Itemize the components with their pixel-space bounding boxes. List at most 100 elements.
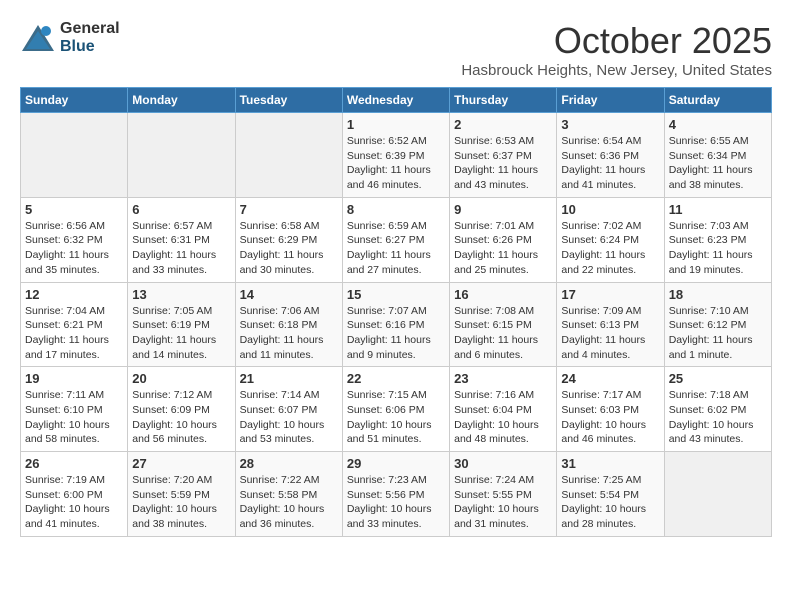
calendar-cell: 4Sunrise: 6:55 AM Sunset: 6:34 PM Daylig… [664, 113, 771, 198]
calendar-cell: 1 Sunrise: 6:52 AM Sunset: 6:39 PM Daylig… [342, 113, 449, 198]
calendar-cell: 9Sunrise: 7:01 AM Sunset: 6:26 PM Daylig… [450, 197, 557, 282]
calendar-cell: 23 Sunrise: 7:16 AM Sunset: 6:04 PM Dayli… [450, 367, 557, 452]
day-number: 17 [561, 287, 659, 302]
day-number: 5 [25, 202, 123, 217]
day-number: 2 [454, 117, 552, 132]
header-monday: Monday [128, 88, 235, 113]
location-subtitle: Hasbrouck Heights, New Jersey, United St… [461, 62, 772, 79]
month-title: October 2025 [461, 20, 772, 62]
day-number: 20 [132, 371, 230, 386]
day-number: 12 [25, 287, 123, 302]
calendar-cell: 20 Sunrise: 7:12 AM Sunset: 6:09 PM Dayli… [128, 367, 235, 452]
logo-text: General Blue [60, 20, 120, 55]
day-number: 13 [132, 287, 230, 302]
day-number: 1 [347, 117, 445, 132]
day-info: Sunrise: 7:23 AM Sunset: 5:56 PM Dayligh… [347, 473, 445, 532]
calendar-cell [664, 452, 771, 537]
day-info: Sunrise: 7:19 AM Sunset: 6:00 PM Dayligh… [25, 473, 123, 532]
calendar-cell: 28 Sunrise: 7:22 AM Sunset: 5:58 PM Dayli… [235, 452, 342, 537]
calendar-cell: 14 Sunrise: 7:06 AM Sunset: 6:18 PM Dayli… [235, 282, 342, 367]
logo-blue-text: Blue [60, 38, 120, 56]
day-info: Sunrise: 7:12 AM Sunset: 6:09 PM Dayligh… [132, 388, 230, 447]
day-number: 28 [240, 456, 338, 471]
calendar-cell: 17Sunrise: 7:09 AM Sunset: 6:13 PM Dayli… [557, 282, 664, 367]
day-number: 6 [132, 202, 230, 217]
calendar-week-3: 12 Sunrise: 7:04 AM Sunset: 6:21 PM Dayli… [21, 282, 772, 367]
day-header-row: Sunday Monday Tuesday Wednesday Thursday… [21, 88, 772, 113]
day-info: Sunrise: 7:20 AM Sunset: 5:59 PM Dayligh… [132, 473, 230, 532]
day-info: Sunrise: 7:05 AM Sunset: 6:19 PM Dayligh… [132, 304, 230, 363]
day-number: 22 [347, 371, 445, 386]
day-info: Sunrise: 6:52 AM Sunset: 6:39 PM Dayligh… [347, 134, 445, 193]
day-info: Sunrise: 7:10 AM Sunset: 6:12 PM Dayligh… [669, 304, 767, 363]
calendar-week-1: 1 Sunrise: 6:52 AM Sunset: 6:39 PM Daylig… [21, 113, 772, 198]
day-number: 24 [561, 371, 659, 386]
calendar-cell: 11 Sunrise: 7:03 AM Sunset: 6:23 PM Dayli… [664, 197, 771, 282]
day-number: 8 [347, 202, 445, 217]
calendar-cell: 10 Sunrise: 7:02 AM Sunset: 6:24 PM Dayli… [557, 197, 664, 282]
calendar-cell: 18 Sunrise: 7:10 AM Sunset: 6:12 PM Dayli… [664, 282, 771, 367]
calendar-cell: 16 Sunrise: 7:08 AM Sunset: 6:15 PM Dayli… [450, 282, 557, 367]
day-number: 15 [347, 287, 445, 302]
day-info: Sunrise: 7:15 AM Sunset: 6:06 PM Dayligh… [347, 388, 445, 447]
calendar-cell: 7Sunrise: 6:58 AM Sunset: 6:29 PM Daylig… [235, 197, 342, 282]
day-number: 4 [669, 117, 767, 132]
calendar-cell: 21Sunrise: 7:14 AM Sunset: 6:07 PM Dayli… [235, 367, 342, 452]
day-info: Sunrise: 7:04 AM Sunset: 6:21 PM Dayligh… [25, 304, 123, 363]
day-info: Sunrise: 6:53 AM Sunset: 6:37 PM Dayligh… [454, 134, 552, 193]
day-info: Sunrise: 7:06 AM Sunset: 6:18 PM Dayligh… [240, 304, 338, 363]
day-info: Sunrise: 7:25 AM Sunset: 5:54 PM Dayligh… [561, 473, 659, 532]
calendar-cell: 22 Sunrise: 7:15 AM Sunset: 6:06 PM Dayli… [342, 367, 449, 452]
day-number: 14 [240, 287, 338, 302]
header-thursday: Thursday [450, 88, 557, 113]
day-number: 23 [454, 371, 552, 386]
calendar-cell: 27Sunrise: 7:20 AM Sunset: 5:59 PM Dayli… [128, 452, 235, 537]
page: General Blue October 2025 Hasbrouck Heig… [0, 0, 792, 547]
day-info: Sunrise: 7:02 AM Sunset: 6:24 PM Dayligh… [561, 219, 659, 278]
calendar-cell [128, 113, 235, 198]
day-info: Sunrise: 7:24 AM Sunset: 5:55 PM Dayligh… [454, 473, 552, 532]
calendar-cell: 12 Sunrise: 7:04 AM Sunset: 6:21 PM Dayli… [21, 282, 128, 367]
calendar-week-2: 5 Sunrise: 6:56 AM Sunset: 6:32 PM Daylig… [21, 197, 772, 282]
day-number: 10 [561, 202, 659, 217]
calendar-cell: 19Sunrise: 7:11 AM Sunset: 6:10 PM Dayli… [21, 367, 128, 452]
day-number: 29 [347, 456, 445, 471]
day-number: 3 [561, 117, 659, 132]
calendar-cell [21, 113, 128, 198]
header-saturday: Saturday [664, 88, 771, 113]
day-number: 18 [669, 287, 767, 302]
calendar-body: 1 Sunrise: 6:52 AM Sunset: 6:39 PM Daylig… [21, 113, 772, 537]
calendar-cell: 24Sunrise: 7:17 AM Sunset: 6:03 PM Dayli… [557, 367, 664, 452]
day-info: Sunrise: 6:56 AM Sunset: 6:32 PM Dayligh… [25, 219, 123, 278]
day-number: 19 [25, 371, 123, 386]
day-info: Sunrise: 7:07 AM Sunset: 6:16 PM Dayligh… [347, 304, 445, 363]
header-sunday: Sunday [21, 88, 128, 113]
day-number: 11 [669, 202, 767, 217]
calendar-table: Sunday Monday Tuesday Wednesday Thursday… [20, 87, 772, 537]
day-number: 31 [561, 456, 659, 471]
day-info: Sunrise: 7:16 AM Sunset: 6:04 PM Dayligh… [454, 388, 552, 447]
day-number: 16 [454, 287, 552, 302]
day-number: 7 [240, 202, 338, 217]
day-number: 25 [669, 371, 767, 386]
day-info: Sunrise: 6:54 AM Sunset: 6:36 PM Dayligh… [561, 134, 659, 193]
calendar-cell: 6 Sunrise: 6:57 AM Sunset: 6:31 PM Daylig… [128, 197, 235, 282]
calendar-header: Sunday Monday Tuesday Wednesday Thursday… [21, 88, 772, 113]
day-info: Sunrise: 6:57 AM Sunset: 6:31 PM Dayligh… [132, 219, 230, 278]
day-info: Sunrise: 7:22 AM Sunset: 5:58 PM Dayligh… [240, 473, 338, 532]
day-info: Sunrise: 7:18 AM Sunset: 6:02 PM Dayligh… [669, 388, 767, 447]
calendar-cell: 31 Sunrise: 7:25 AM Sunset: 5:54 PM Dayli… [557, 452, 664, 537]
header: General Blue October 2025 Hasbrouck Heig… [20, 20, 772, 79]
day-number: 30 [454, 456, 552, 471]
calendar-cell: 30 Sunrise: 7:24 AM Sunset: 5:55 PM Dayli… [450, 452, 557, 537]
day-info: Sunrise: 7:03 AM Sunset: 6:23 PM Dayligh… [669, 219, 767, 278]
day-number: 9 [454, 202, 552, 217]
day-info: Sunrise: 7:08 AM Sunset: 6:15 PM Dayligh… [454, 304, 552, 363]
logo: General Blue [20, 20, 120, 55]
logo-icon [20, 23, 56, 53]
day-number: 26 [25, 456, 123, 471]
header-tuesday: Tuesday [235, 88, 342, 113]
day-info: Sunrise: 6:59 AM Sunset: 6:27 PM Dayligh… [347, 219, 445, 278]
logo-general-text: General [60, 20, 120, 38]
calendar-cell: 29 Sunrise: 7:23 AM Sunset: 5:56 PM Dayli… [342, 452, 449, 537]
